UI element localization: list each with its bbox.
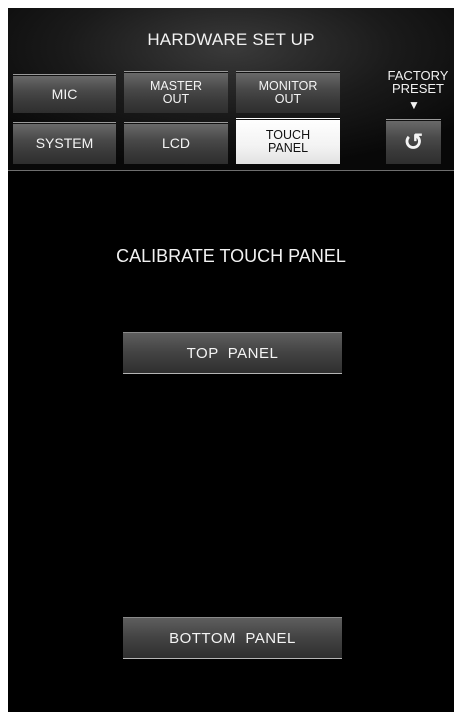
tab-lcd-label: LCD xyxy=(161,135,190,151)
tab-monitor-out-label: MONITOR OUT xyxy=(258,78,318,106)
tab-mic[interactable]: MIC xyxy=(13,74,116,113)
calibrate-title: CALIBRATE TOUCH PANEL xyxy=(116,246,346,266)
reset-icon: ↺ xyxy=(403,128,424,156)
header-divider xyxy=(8,170,454,171)
tab-master-out-label: MASTER OUT xyxy=(149,78,203,106)
tab-master-out[interactable]: MASTER OUT xyxy=(124,71,228,113)
tab-mic-label: MIC xyxy=(51,85,78,102)
factory-preset-button[interactable]: ↺ xyxy=(386,119,441,164)
tab-lcd[interactable]: LCD xyxy=(124,122,228,164)
factory-preset-label: FACTORY PRESET xyxy=(380,69,454,95)
page-title: HARDWARE SET UP xyxy=(147,30,315,49)
top-panel-label: TOP PANEL xyxy=(186,344,279,362)
tab-system-label: SYSTEM xyxy=(35,135,94,151)
arrow-down-icon: ▼ xyxy=(408,98,420,112)
hardware-setup-screen: HARDWARE SET UP MIC MASTER OUT MONITOR O… xyxy=(8,8,454,712)
bottom-panel-label: BOTTOM PANEL xyxy=(169,629,296,647)
tab-system[interactable]: SYSTEM xyxy=(13,122,116,164)
tab-monitor-out[interactable]: MONITOR OUT xyxy=(236,71,340,113)
tab-touch-panel-label: TOUCH PANEL xyxy=(265,127,311,155)
tab-touch-panel[interactable]: TOUCH PANEL xyxy=(236,118,340,164)
factory-preset-text: FACTORY PRESET xyxy=(387,68,449,96)
bottom-panel-button[interactable]: BOTTOM PANEL xyxy=(123,617,342,659)
top-panel-button[interactable]: TOP PANEL xyxy=(123,332,342,374)
